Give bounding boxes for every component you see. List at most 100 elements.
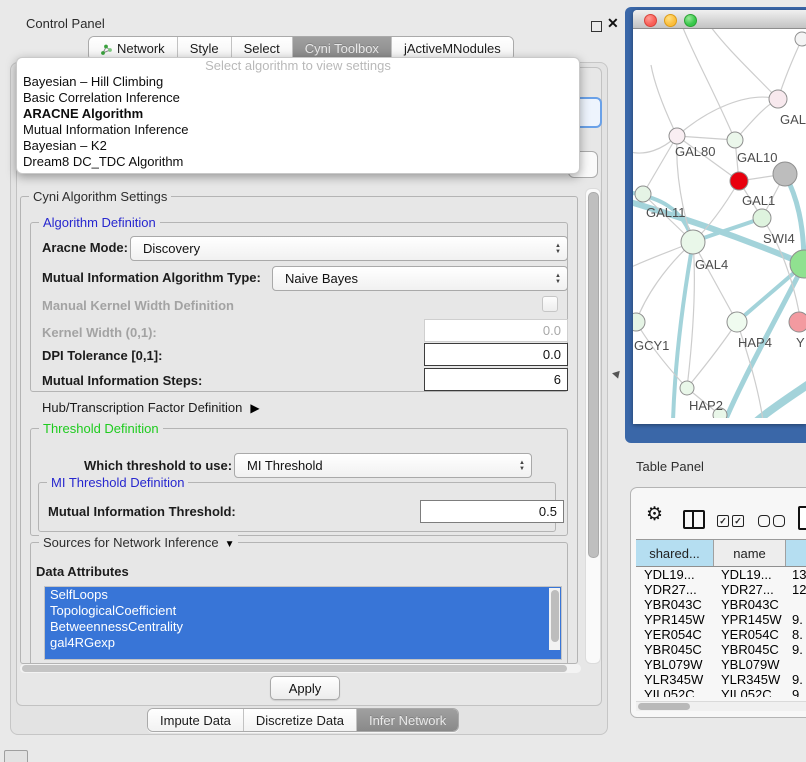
- document-icon[interactable]: [798, 506, 806, 530]
- table-row[interactable]: YBR043C YBR043C: [636, 597, 806, 612]
- column-header[interactable]: name: [714, 540, 786, 566]
- cyni-mode-tab[interactable]: Infer Network: [356, 709, 458, 731]
- table-row[interactable]: YIL052C YIL052C 9.: [636, 687, 806, 697]
- table-row[interactable]: YDL19... YDL19... 13: [636, 567, 806, 582]
- network-node[interactable]: [635, 186, 651, 202]
- which-threshold-select[interactable]: MI Threshold: [234, 453, 532, 478]
- column-header-label: shared...: [649, 546, 700, 561]
- algorithm-option[interactable]: Basic Correlation Inference: [17, 90, 579, 106]
- network-canvas[interactable]: GALGAL80GAL10GAL1GAL11SWI4GAL4HAP4YGCY1H…: [633, 29, 806, 418]
- column-layout-icon[interactable]: [683, 510, 705, 529]
- tab-label: Impute Data: [160, 713, 231, 728]
- network-node[interactable]: [681, 230, 705, 254]
- node-label: HAP2: [689, 398, 723, 413]
- settings-vertical-scrollbar[interactable]: [585, 188, 601, 664]
- network-node[interactable]: [669, 128, 685, 144]
- algorithm-option[interactable]: Dream8 DC_TDC Algorithm: [17, 154, 579, 170]
- cyni-mode-tab[interactable]: Discretize Data: [243, 709, 356, 731]
- scrollbar-thumb[interactable]: [551, 590, 559, 642]
- attribute-list-item[interactable]: gal4RGexp: [45, 635, 561, 651]
- tab-label: Network: [117, 41, 165, 56]
- attribute-list-item[interactable]: TopologicalCoefficient: [45, 603, 561, 619]
- network-node[interactable]: [680, 381, 694, 395]
- cyni-mode-tab[interactable]: Impute Data: [148, 709, 243, 731]
- node-label: GAL: [780, 112, 806, 127]
- sources-title-label: Sources for Network Inference: [43, 535, 219, 550]
- scrollbar-thumb[interactable]: [638, 703, 690, 710]
- mi-steps-label: Mutual Information Steps:: [42, 373, 202, 388]
- manual-kernel-checkbox[interactable]: [542, 296, 558, 312]
- dpi-tolerance-field[interactable]: 0.0: [424, 343, 568, 366]
- close-window-icon[interactable]: [644, 14, 657, 27]
- aracne-mode-select[interactable]: Discovery: [130, 236, 568, 261]
- panel-grip-button[interactable]: [4, 750, 28, 762]
- column-header[interactable]: shared...: [636, 540, 714, 566]
- node-label: SWI4: [763, 231, 795, 246]
- column-header[interactable]: [786, 540, 806, 566]
- table-row[interactable]: YER054C YER054C 8.: [636, 627, 806, 642]
- checked-box-icon[interactable]: ✓: [717, 515, 729, 527]
- checked-box-icon[interactable]: ✓: [732, 515, 744, 527]
- network-node[interactable]: [633, 313, 645, 331]
- table-row[interactable]: YBL079W YBL079W: [636, 657, 806, 672]
- mi-type-label: Mutual Information Algorithm Type:: [42, 270, 261, 285]
- stepper-arrows-icon: [555, 273, 561, 285]
- settings-horizontal-scrollbar[interactable]: [20, 664, 581, 673]
- tab-label: Cyni Toolbox: [305, 41, 379, 56]
- table-cell: YER054C: [713, 627, 784, 642]
- data-attributes-list[interactable]: SelfLoops TopologicalCoefficient Between…: [44, 586, 562, 660]
- table-cell: YBL079W: [636, 657, 713, 672]
- dpi-tolerance-label: DPI Tolerance [0,1]:: [42, 348, 162, 363]
- network-node[interactable]: [769, 90, 787, 108]
- attribute-name: BetweennessCentrality: [50, 619, 183, 634]
- apply-button[interactable]: Apply: [270, 676, 340, 700]
- mouse-cursor: [611, 369, 620, 378]
- attribute-list-item[interactable]: SelfLoops: [45, 587, 561, 603]
- algorithm-option[interactable]: Bayesian – K2: [17, 138, 579, 154]
- hub-definition-toggle[interactable]: Hub/Transcription Factor Definition: [42, 400, 260, 415]
- table-body: YDL19... YDL19... 13 YDR27... YDR27... 1…: [636, 567, 806, 697]
- mi-steps-field[interactable]: 6: [424, 368, 568, 391]
- table-row[interactable]: YDR27... YDR27... 12: [636, 582, 806, 597]
- network-node[interactable]: [727, 132, 743, 148]
- table-cell: YLR345W: [636, 672, 713, 687]
- attribute-list-item[interactable]: [45, 651, 561, 659]
- algorithm-option[interactable]: Bayesian – Hill Climbing: [17, 74, 579, 90]
- network-node[interactable]: [730, 172, 748, 190]
- scrollbar-thumb[interactable]: [22, 665, 567, 672]
- close-panel-icon[interactable]: ✕: [607, 15, 619, 32]
- table-cell: YPR145W: [713, 612, 784, 627]
- network-node[interactable]: [727, 312, 747, 332]
- sources-group-title[interactable]: Sources for Network Inference: [39, 535, 238, 550]
- zoom-window-icon[interactable]: [684, 14, 697, 27]
- unchecked-box-icon[interactable]: [773, 515, 785, 527]
- table-panel-title: Table Panel: [636, 459, 704, 474]
- table-row[interactable]: YBR045C YBR045C 9.: [636, 642, 806, 657]
- algorithm-definition-title: Algorithm Definition: [39, 215, 160, 230]
- scrollbar-thumb[interactable]: [588, 192, 599, 558]
- table-horizontal-scrollbar[interactable]: [636, 701, 806, 711]
- gear-icon[interactable]: ⚙: [646, 505, 663, 524]
- attribute-list-item[interactable]: BetweennessCentrality: [45, 619, 561, 635]
- network-window-titlebar[interactable]: [633, 10, 806, 29]
- kernel-width-field[interactable]: 0.0: [424, 319, 568, 342]
- table-cell: YIL052C: [636, 687, 713, 697]
- algorithm-option-label: ARACNE Algorithm: [23, 106, 143, 121]
- attribute-name: SelfLoops: [50, 587, 108, 602]
- table-row[interactable]: YLR345W YLR345W 9.: [636, 672, 806, 687]
- unchecked-box-icon[interactable]: [758, 515, 770, 527]
- network-node[interactable]: [789, 312, 806, 332]
- algorithm-option[interactable]: Mutual Information Inference: [17, 122, 579, 138]
- mi-threshold-field[interactable]: 0.5: [420, 500, 564, 523]
- list-scrollbar[interactable]: [549, 588, 560, 650]
- mi-type-select[interactable]: Naive Bayes: [272, 266, 568, 291]
- network-node[interactable]: [753, 209, 771, 227]
- network-node[interactable]: [773, 162, 797, 186]
- node-label: GAL11: [646, 205, 686, 220]
- algorithm-option[interactable]: ARACNE Algorithm: [17, 106, 579, 122]
- table-row[interactable]: YPR145W YPR145W 9.: [636, 612, 806, 627]
- minimize-window-icon[interactable]: [664, 14, 677, 27]
- float-window-icon[interactable]: [591, 21, 602, 32]
- network-node[interactable]: [795, 32, 806, 46]
- mi-threshold-label: Mutual Information Threshold:: [48, 504, 236, 519]
